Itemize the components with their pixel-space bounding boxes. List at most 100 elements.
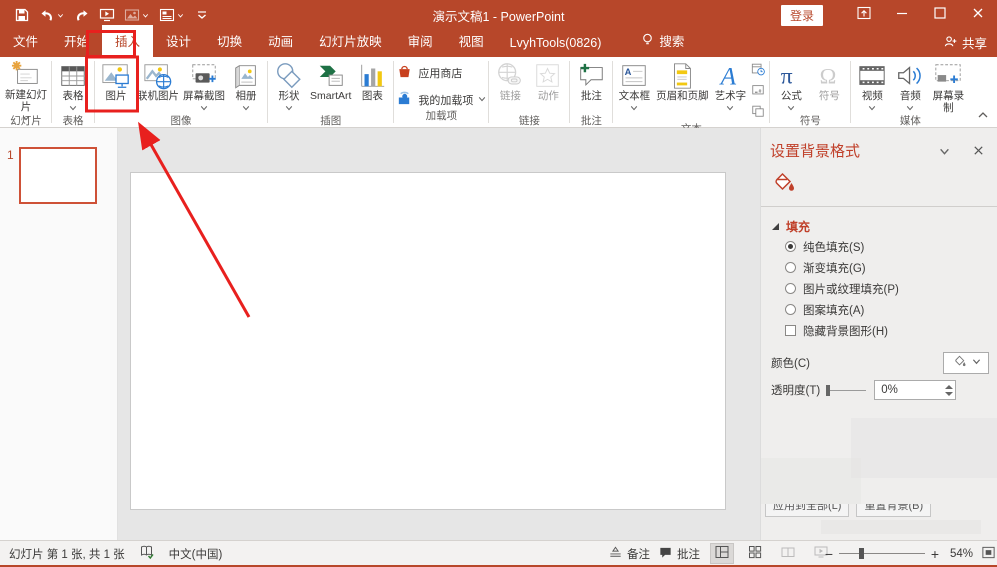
button-label: 屏幕截图 <box>183 90 225 102</box>
tab-ribbon-1[interactable]: 开始 <box>51 25 102 57</box>
tab-ribbon-3[interactable]: 设计 <box>153 25 204 57</box>
table-button[interactable]: 表格 <box>54 58 92 115</box>
close-button[interactable] <box>959 0 997 30</box>
radio-icon[interactable] <box>785 283 796 294</box>
tab-ribbon-4[interactable]: 切换 <box>204 25 255 57</box>
ribbon-display-options-button[interactable] <box>845 0 883 30</box>
zoom-slider-handle[interactable] <box>859 548 864 559</box>
apply-to-all-button[interactable]: 应用到全部(L) <box>765 504 850 517</box>
fill-tab-button[interactable] <box>770 170 796 199</box>
color-dropdown-button[interactable] <box>943 352 989 374</box>
save-qat-button[interactable] <box>14 7 30 23</box>
undo-qat-button[interactable] <box>39 7 65 23</box>
button-label: 新建幻灯片 <box>5 89 47 113</box>
fill-section-header[interactable]: 填充 <box>771 218 810 235</box>
ribbon-group-2: 图片 联机图片 屏幕截图 相册 图像 <box>96 58 266 127</box>
panel-menu-caret[interactable] <box>939 146 950 160</box>
notes-toggle-button[interactable]: 备注 <box>608 541 650 566</box>
picture-button[interactable]: 图片 <box>97 58 135 115</box>
insert-picture-qat-button[interactable] <box>124 7 150 23</box>
tab-insert[interactable]: 插入 <box>102 25 154 57</box>
photo-album-icon <box>231 60 261 91</box>
group-separator <box>850 61 852 123</box>
transparency-spinbox[interactable]: 0% <box>874 380 957 400</box>
paint-bucket-icon <box>952 354 967 372</box>
zoom-level[interactable]: 54% <box>950 548 973 560</box>
video-button[interactable]: 视频 <box>853 58 891 115</box>
normal-view-button[interactable] <box>710 543 734 564</box>
redo-qat-button[interactable] <box>74 7 90 23</box>
store-button[interactable]: 应用商店 <box>396 63 486 83</box>
tab-ribbon-6[interactable]: 幻灯片放映 <box>306 25 395 57</box>
new-slide-button[interactable]: 新建幻灯片 <box>3 58 49 121</box>
collapse-ribbon-button[interactable] <box>977 106 989 124</box>
slide-thumbnail-pane: 1 <box>0 128 118 540</box>
dropdown-arrow-icon <box>906 104 914 116</box>
hyperlink-icon <box>495 60 525 91</box>
audio-button[interactable]: 音频 <box>891 58 929 115</box>
tab-ribbon-9[interactable]: LvyhTools(0826) <box>497 30 615 57</box>
fill-option-3[interactable]: 图案填充(A) <box>785 303 899 317</box>
radio-icon[interactable] <box>785 304 796 315</box>
spin-down-button[interactable] <box>945 391 954 396</box>
slide-thumbnail[interactable] <box>19 147 97 204</box>
screen-recording-button[interactable]: 屏幕录制 <box>929 58 967 115</box>
shapes-button[interactable]: 形状 <box>270 58 308 115</box>
maximize-button[interactable] <box>921 0 959 30</box>
tab-file[interactable]: 文件 <box>0 25 51 57</box>
checkbox-icon[interactable] <box>785 325 796 336</box>
reading-view-button[interactable] <box>776 543 800 564</box>
radio-icon[interactable] <box>785 262 796 273</box>
tab-ribbon-8[interactable]: 视图 <box>446 25 497 57</box>
comments-icon <box>658 545 673 563</box>
fill-option-2[interactable]: 图片或纹理填充(P) <box>785 282 899 296</box>
wordart-button[interactable]: A 艺术字 <box>711 58 749 115</box>
object-button[interactable] <box>751 104 765 123</box>
radio-selected-icon[interactable] <box>785 241 796 252</box>
customize-qat-qat-button[interactable] <box>194 7 210 23</box>
panel-close-button[interactable] <box>972 144 985 160</box>
screenshot-button[interactable]: 屏幕截图 <box>181 58 227 115</box>
chart-button[interactable]: 图表 <box>353 58 391 115</box>
spellcheck-button[interactable] <box>139 544 155 563</box>
header-footer-button[interactable]: 页眉和页脚 <box>653 58 711 115</box>
sign-in-button[interactable]: 登录 <box>780 4 823 26</box>
tab-ribbon-7[interactable]: 审阅 <box>395 25 446 57</box>
reset-background-button[interactable]: 重置背景(B) <box>856 504 932 517</box>
tell-me-search[interactable]: 搜索 <box>614 25 694 57</box>
fill-option-4[interactable]: 隐藏背景图形(H) <box>785 324 899 338</box>
tab-ribbon-5[interactable]: 动画 <box>255 25 306 57</box>
smartart-button[interactable]: SmartArt <box>308 58 353 115</box>
language-button[interactable]: 中文(中国) <box>169 546 223 562</box>
photo-album-button[interactable]: 相册 <box>227 58 265 115</box>
date-time-button[interactable] <box>751 62 766 81</box>
zoom-out-button[interactable]: − <box>822 546 836 562</box>
hyperlink-button[interactable]: 链接 <box>491 58 529 115</box>
slide-number-button[interactable]: # <box>751 83 765 102</box>
fill-option-0[interactable]: 纯色填充(S) <box>785 240 899 254</box>
group-separator <box>488 61 490 123</box>
share-button[interactable]: 共享 <box>943 33 987 52</box>
svg-text:#: # <box>759 89 762 95</box>
slide-canvas[interactable] <box>130 172 726 510</box>
text-box-button[interactable]: A 文本框 <box>615 58 653 115</box>
zoom-slider-track[interactable] <box>839 548 925 559</box>
new-slide-layout-qat-button[interactable] <box>159 7 185 23</box>
start-slideshow-qat-button[interactable] <box>99 7 115 23</box>
slide-counter[interactable]: 幻灯片 第 1 张, 共 1 张 <box>9 546 125 562</box>
new-comment-button[interactable]: 批注 <box>572 58 610 115</box>
comments-toggle-button[interactable]: 批注 <box>658 541 700 566</box>
spin-up-button[interactable] <box>945 384 954 389</box>
my-addins-button[interactable]: 我的加载项 <box>396 90 486 110</box>
symbol-button[interactable]: Ω 符号 <box>810 58 848 115</box>
action-button[interactable]: 动作 <box>529 58 567 115</box>
fit-slide-to-window-button[interactable] <box>981 545 996 563</box>
zoom-in-button[interactable]: + <box>928 546 942 562</box>
render-artifact <box>821 520 981 534</box>
fill-option-1[interactable]: 渐变填充(G) <box>785 261 899 275</box>
online-picture-button[interactable]: 联机图片 <box>135 58 181 115</box>
minimize-button[interactable] <box>883 0 921 30</box>
transparency-slider[interactable] <box>826 384 867 396</box>
equation-button[interactable]: π 公式 <box>772 58 810 115</box>
slide-sorter-view-button[interactable] <box>743 543 767 564</box>
